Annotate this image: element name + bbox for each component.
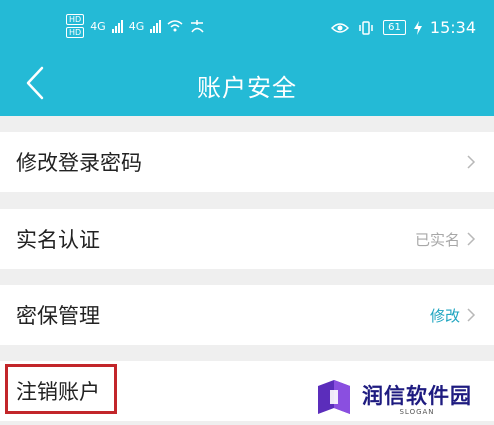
hd-badge-1: HD xyxy=(66,14,85,25)
watermark: 润信软件园 SLOGAN xyxy=(314,378,472,418)
status-right: 61 15:34 xyxy=(331,18,476,37)
watermark-slogan: SLOGAN xyxy=(399,408,435,416)
signal-icon-2 xyxy=(150,19,162,33)
row-label: 修改登录密码 xyxy=(16,151,142,175)
chevron-right-icon xyxy=(466,307,476,323)
alipay-icon xyxy=(191,20,204,33)
status-left: HD HD 4G 4G xyxy=(66,14,205,38)
network-type-2: 4G xyxy=(128,19,145,33)
row-label: 实名认证 xyxy=(16,228,100,252)
security-question-row[interactable]: 密保管理 修改 xyxy=(0,285,494,345)
wifi-icon xyxy=(167,20,183,32)
eye-icon xyxy=(331,22,350,33)
modify-link[interactable]: 修改 xyxy=(430,305,460,326)
verification-status: 已实名 xyxy=(414,230,460,249)
status-bar: HD HD 4G 4G 61 15:34 xyxy=(0,0,494,52)
chevron-right-icon xyxy=(466,154,476,170)
clock-time: 15:34 xyxy=(429,18,476,37)
watermark-logo-icon xyxy=(318,380,350,414)
header-bar: HD HD 4G 4G 61 15:34 账户安全 xyxy=(0,0,494,116)
signal-icon xyxy=(111,19,123,33)
vibrate-icon xyxy=(359,20,373,35)
network-type-1: 4G xyxy=(90,19,106,33)
highlight-box xyxy=(5,364,117,414)
watermark-name: 润信软件园 xyxy=(362,384,472,408)
battery-icon: 61 xyxy=(383,20,406,35)
chevron-right-icon xyxy=(466,231,476,247)
real-name-verification-row[interactable]: 实名认证 已实名 xyxy=(0,209,494,269)
charging-icon xyxy=(413,20,422,35)
change-password-row[interactable]: 修改登录密码 xyxy=(0,132,494,192)
hd-badge-2: HD xyxy=(66,27,85,38)
row-label: 密保管理 xyxy=(16,304,100,328)
page-title: 账户安全 xyxy=(197,74,297,102)
